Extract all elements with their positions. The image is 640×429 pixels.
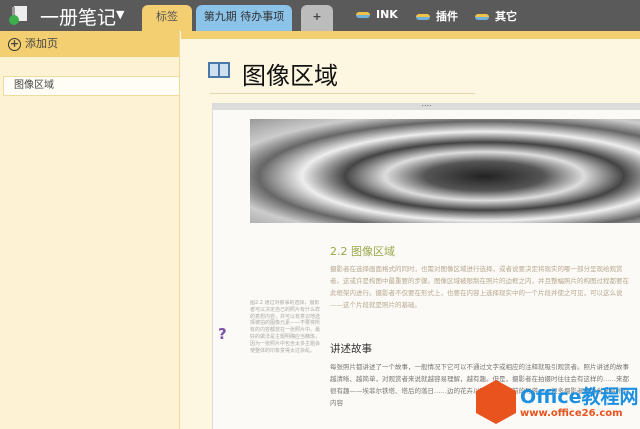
watermark-url: www.office26.com <box>520 408 623 419</box>
other-icon <box>475 14 489 20</box>
menu-ink[interactable]: INK <box>356 8 398 21</box>
scan-section-heading: 2.2 图像区域 <box>330 245 395 258</box>
title-divider <box>210 93 475 94</box>
image-resize-handle[interactable]: .... <box>213 100 640 110</box>
scan-paragraph-1: 摄影者在选择画面格式的同时，也需对图像区域进行选择，或者说要决定将现实的哪一部分… <box>330 265 629 309</box>
menu-label: INK <box>376 8 398 21</box>
add-page-label: 添加页 <box>25 37 58 50</box>
menu-other[interactable]: 其它 <box>475 8 517 24</box>
page-sidebar: + 添加页 图像区域 <box>0 31 180 429</box>
menu-plugins[interactable]: 插件 <box>416 8 458 24</box>
chevron-down-icon[interactable]: ▼ <box>116 8 124 21</box>
ink-icon <box>356 12 370 18</box>
page-list-item[interactable]: 图像区域 <box>3 76 180 96</box>
plugins-icon <box>416 14 430 20</box>
notebook-title[interactable]: 一册笔记 <box>40 3 116 30</box>
help-icon[interactable]: ? <box>218 325 227 343</box>
book-icon <box>208 62 230 78</box>
menu-label: 插件 <box>436 10 458 23</box>
tab-todo[interactable]: 第九期 待办事项 <box>196 5 292 31</box>
top-bar: 一册笔记 ▼ 标签 第九期 待办事项 + INK 插件 其它 <box>0 0 640 31</box>
tab-tags[interactable]: 标签 <box>142 5 192 31</box>
header-strip <box>181 31 640 39</box>
notebook-logo-icon <box>8 5 28 25</box>
scan-subheading: 讲述故事 <box>330 343 372 355</box>
scan-caption: 图2.2 通过对叙事的选择，摄影者可以决定自己的照片有什么样的意想内容，并可以有… <box>250 300 320 354</box>
rose-photo <box>250 119 640 223</box>
watermark: Office教程网 www.office26.com <box>476 380 640 429</box>
add-tab-button[interactable]: + <box>301 5 333 31</box>
plus-circle-icon: + <box>8 37 21 51</box>
add-page-button[interactable]: + 添加页 <box>0 31 179 57</box>
menu-label: 其它 <box>495 10 517 23</box>
page-title[interactable]: 图像区域 <box>242 56 338 91</box>
office-logo-icon <box>476 380 516 424</box>
watermark-text: Office教程网 <box>520 386 639 408</box>
